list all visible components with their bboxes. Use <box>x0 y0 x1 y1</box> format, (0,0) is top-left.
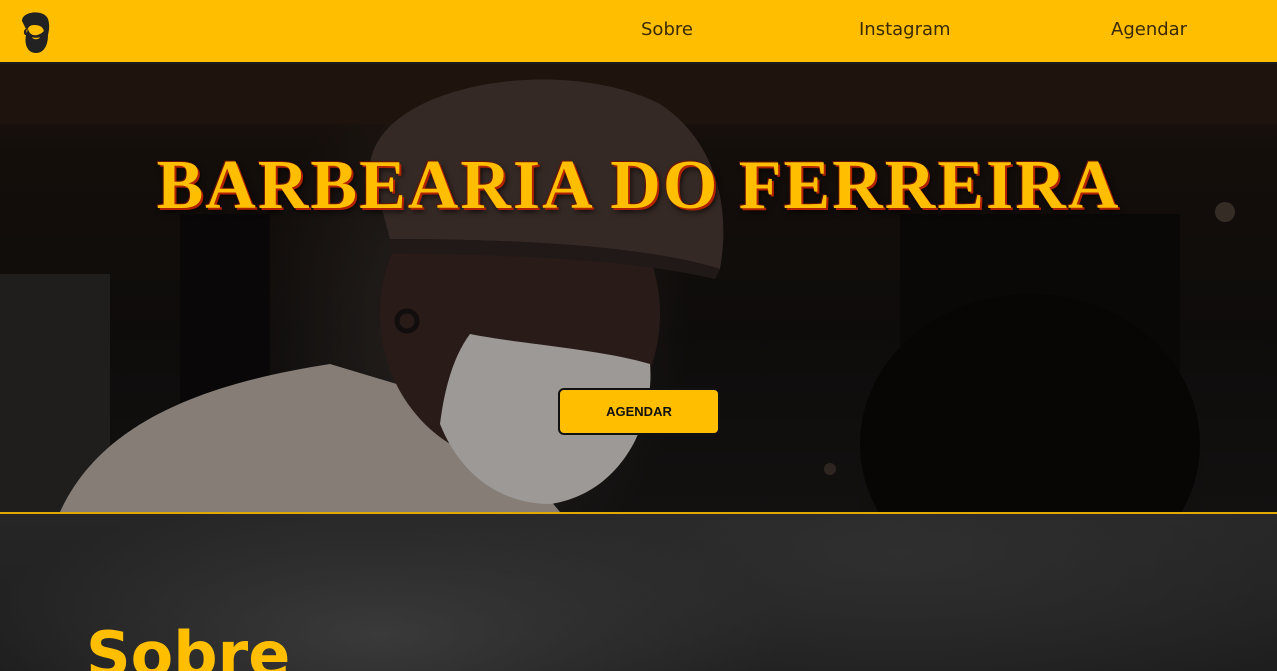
hero-banner: BARBEARIA DO FERREIRA AGENDAR <box>0 64 1277 514</box>
nav-link-instagram[interactable]: Instagram <box>859 19 951 40</box>
hero-background-photo <box>0 64 1277 512</box>
navbar: Sobre Instagram Agendar <box>0 0 1277 64</box>
about-title: Sobre <box>86 618 291 671</box>
about-section: Sobre <box>0 514 1277 671</box>
nav-link-agendar[interactable]: Agendar <box>1111 19 1187 40</box>
agendar-button[interactable]: AGENDAR <box>558 388 720 435</box>
bearded-man-logo-icon[interactable] <box>14 7 54 55</box>
hero-title: BARBEARIA DO FERREIRA <box>156 147 1121 224</box>
nav-link-sobre[interactable]: Sobre <box>641 19 693 40</box>
